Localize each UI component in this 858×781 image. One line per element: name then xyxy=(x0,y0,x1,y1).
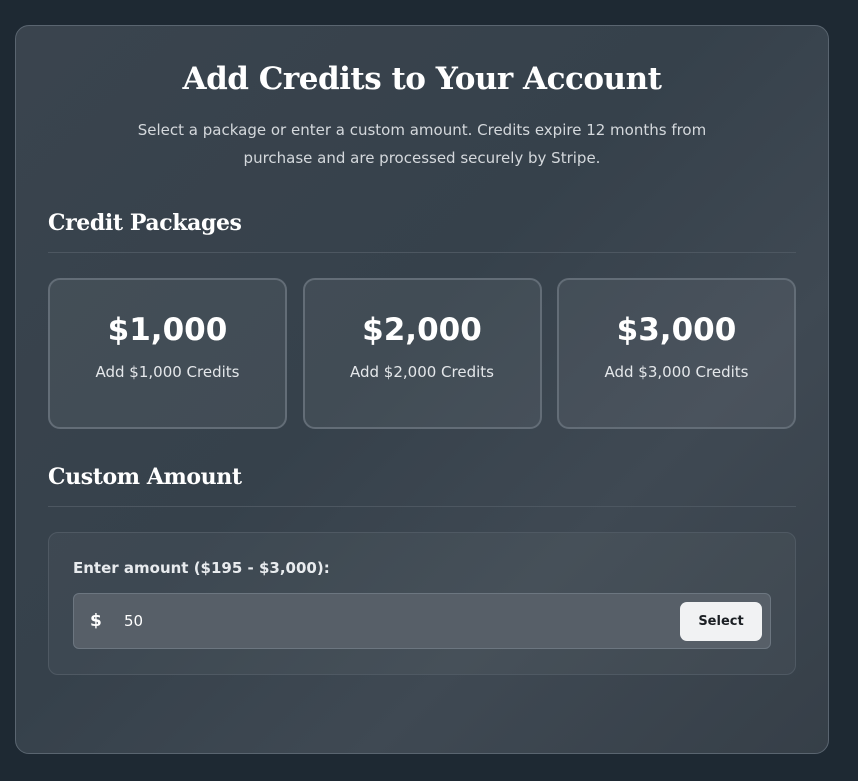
custom-amount-title: Custom Amount xyxy=(48,464,242,490)
package-label: Add $2,000 Credits xyxy=(350,363,494,381)
custom-amount-box: Enter amount ($195 - $3,000): $ Select xyxy=(48,532,796,675)
add-credits-panel: Add Credits to Your Account Select a pac… xyxy=(15,25,829,754)
select-button[interactable]: Select xyxy=(680,601,762,641)
custom-amount-input-row: $ Select xyxy=(73,593,771,649)
package-price: $1,000 xyxy=(107,312,228,348)
custom-amount-header: Custom Amount xyxy=(48,462,796,507)
credit-packages-list: $1,000 Add $1,000 Credits $2,000 Add $2,… xyxy=(48,278,796,429)
credit-packages-header: Credit Packages xyxy=(48,208,796,253)
package-card-1000[interactable]: $1,000 Add $1,000 Credits xyxy=(48,278,287,429)
custom-amount-label: Enter amount ($195 - $3,000): xyxy=(73,559,330,577)
package-label: Add $3,000 Credits xyxy=(604,363,749,381)
package-price: $3,000 xyxy=(616,312,737,348)
dollar-sign-icon: $ xyxy=(90,611,102,631)
credit-packages-title: Credit Packages xyxy=(48,210,242,236)
package-card-3000[interactable]: $3,000 Add $3,000 Credits xyxy=(557,278,796,429)
package-price: $2,000 xyxy=(362,312,482,348)
page-title: Add Credits to Your Account xyxy=(182,61,662,97)
package-card-2000[interactable]: $2,000 Add $2,000 Credits xyxy=(302,278,542,429)
package-label: Add $1,000 Credits xyxy=(95,363,240,381)
page-subtitle: Select a package or enter a custom amoun… xyxy=(137,121,707,167)
custom-amount-input[interactable] xyxy=(124,601,680,641)
